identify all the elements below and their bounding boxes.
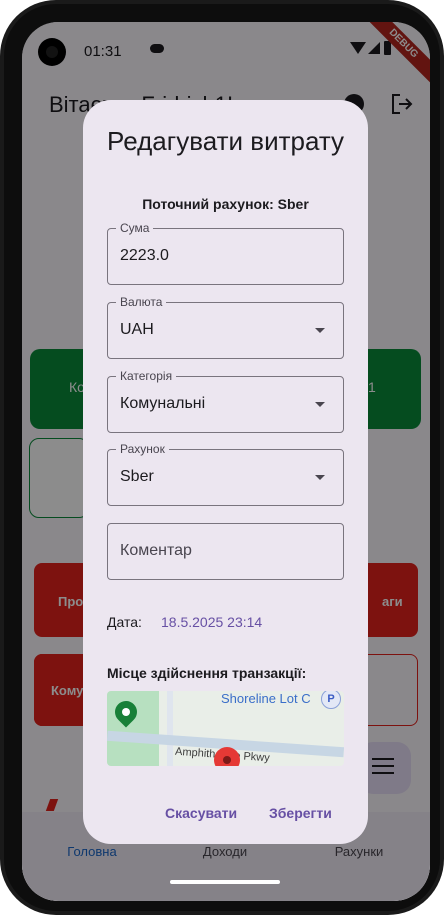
account-select-value: Sber <box>120 468 154 485</box>
date-label: Дата: <box>107 614 142 630</box>
date-picker-link[interactable]: 18.5.2025 23:14 <box>161 614 262 630</box>
location-map[interactable]: Shoreline Lot C P Amphitheatre Pkwy <box>107 691 344 766</box>
screen: 01:31 DEBUG Вітаємо, Fridrich1! Ко 1 Про… <box>22 22 430 901</box>
amount-field-label: Сума <box>116 221 154 235</box>
current-account-label: Поточний рахунок: Sber <box>142 196 309 212</box>
cancel-button[interactable]: Скасувати <box>165 805 237 821</box>
chevron-down-icon <box>315 328 325 333</box>
category-select[interactable]: Категорія Комунальні <box>107 369 344 433</box>
phone-frame: 01:31 DEBUG Вітаємо, Fridrich1! Ко 1 Про… <box>0 0 444 915</box>
category-select-label: Категорія <box>116 369 177 383</box>
category-select-value: Комунальні <box>120 395 206 412</box>
account-select[interactable]: Рахунок Sber <box>107 442 344 506</box>
map-park-area <box>107 691 159 766</box>
map-poi-label: Shoreline Lot C <box>221 691 311 706</box>
phone-bezel: 01:31 DEBUG Вітаємо, Fridrich1! Ко 1 Про… <box>4 4 440 911</box>
amount-field-value: 2223.0 <box>120 247 169 264</box>
map-side-road <box>167 691 173 766</box>
dialog-title: Редагувати витрату <box>107 126 345 156</box>
currency-select-value: UAH <box>120 321 154 338</box>
location-label: Місце здійснення транзакції: <box>107 665 307 681</box>
parking-icon: P <box>321 691 341 709</box>
save-button[interactable]: Зберегти <box>269 805 332 821</box>
home-indicator[interactable] <box>170 880 280 884</box>
amount-field[interactable]: Сума 2223.0 <box>107 221 344 285</box>
map-pin-red-icon[interactable] <box>214 747 240 766</box>
edit-expense-dialog: Редагувати витрату Поточний рахунок: Sbe… <box>83 100 368 844</box>
account-select-label: Рахунок <box>116 442 169 456</box>
chevron-down-icon <box>315 475 325 480</box>
currency-select[interactable]: Валюта UAH <box>107 295 344 359</box>
comment-field-placeholder: Коментар <box>120 542 192 559</box>
currency-select-label: Валюта <box>116 295 167 309</box>
chevron-down-icon <box>315 402 325 407</box>
comment-field[interactable]: Коментар <box>107 523 344 580</box>
